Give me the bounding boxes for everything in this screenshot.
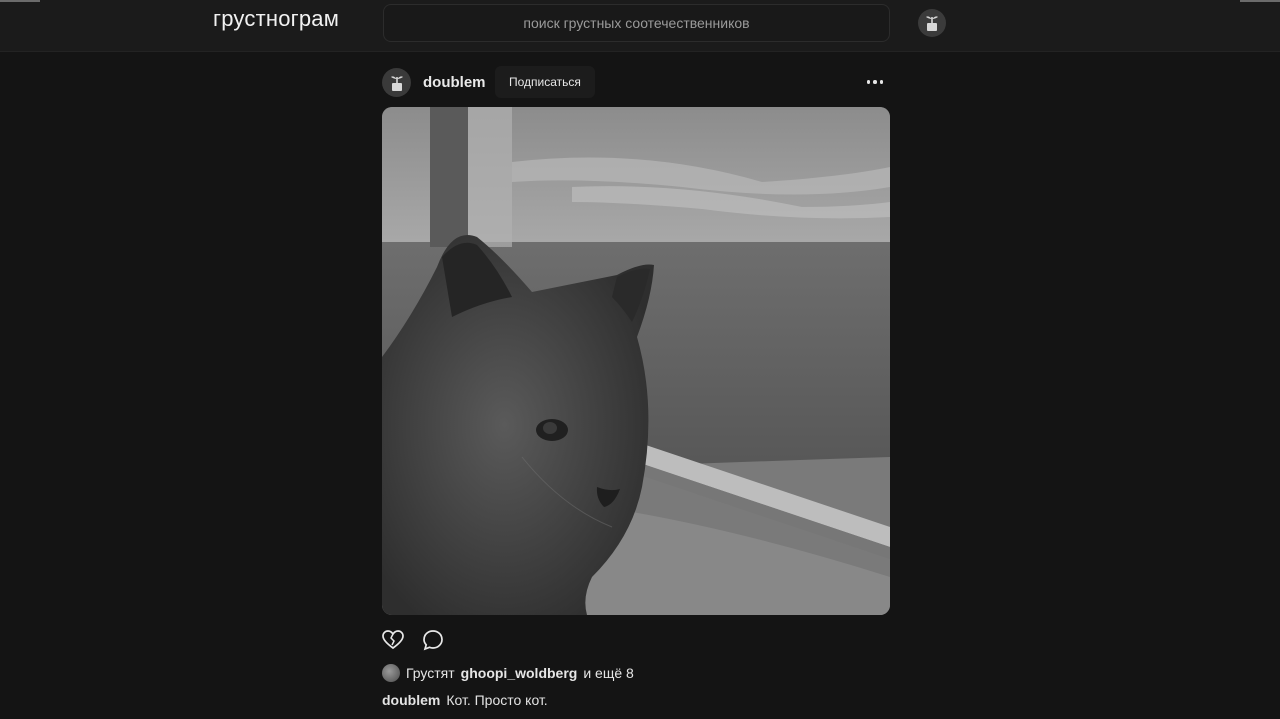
corner-line — [1240, 0, 1280, 2]
likes-suffix[interactable]: и ещё 8 — [583, 665, 633, 681]
post-actions — [381, 628, 445, 652]
post-caption: doublem Кот. Просто кот. — [382, 692, 548, 708]
comment-button[interactable] — [421, 628, 445, 652]
corner-line — [0, 0, 40, 2]
search-input[interactable] — [384, 5, 889, 41]
liker-username[interactable]: ghoopi_woldberg — [461, 665, 578, 681]
liker-avatar[interactable] — [382, 664, 400, 682]
comment-bubble-icon — [423, 630, 443, 651]
subscribe-button[interactable]: Подписаться — [495, 66, 595, 98]
like-button[interactable] — [381, 628, 405, 652]
post-header: doublem Подписаться — [382, 66, 890, 100]
more-options-button[interactable] — [864, 73, 886, 91]
likes-summary: Грустят ghoopi_woldberg и ещё 8 — [382, 663, 634, 683]
likes-prefix: Грустят — [406, 665, 455, 681]
cat-photo — [382, 107, 890, 615]
post-image[interactable] — [382, 107, 890, 615]
search-box[interactable] — [383, 4, 890, 42]
caption-text: Кот. Просто кот. — [446, 692, 548, 708]
plant-pot-icon — [390, 75, 403, 91]
author-avatar[interactable] — [382, 68, 411, 97]
profile-avatar[interactable] — [918, 9, 946, 37]
broken-heart-icon — [382, 630, 404, 650]
top-bar: грустнограм — [0, 0, 1280, 52]
plant-pot-icon — [926, 16, 938, 31]
author-username[interactable]: doublem — [423, 74, 486, 91]
more-dots-icon — [866, 80, 884, 84]
app-logo[interactable]: грустнограм — [213, 6, 339, 32]
caption-author[interactable]: doublem — [382, 692, 440, 708]
